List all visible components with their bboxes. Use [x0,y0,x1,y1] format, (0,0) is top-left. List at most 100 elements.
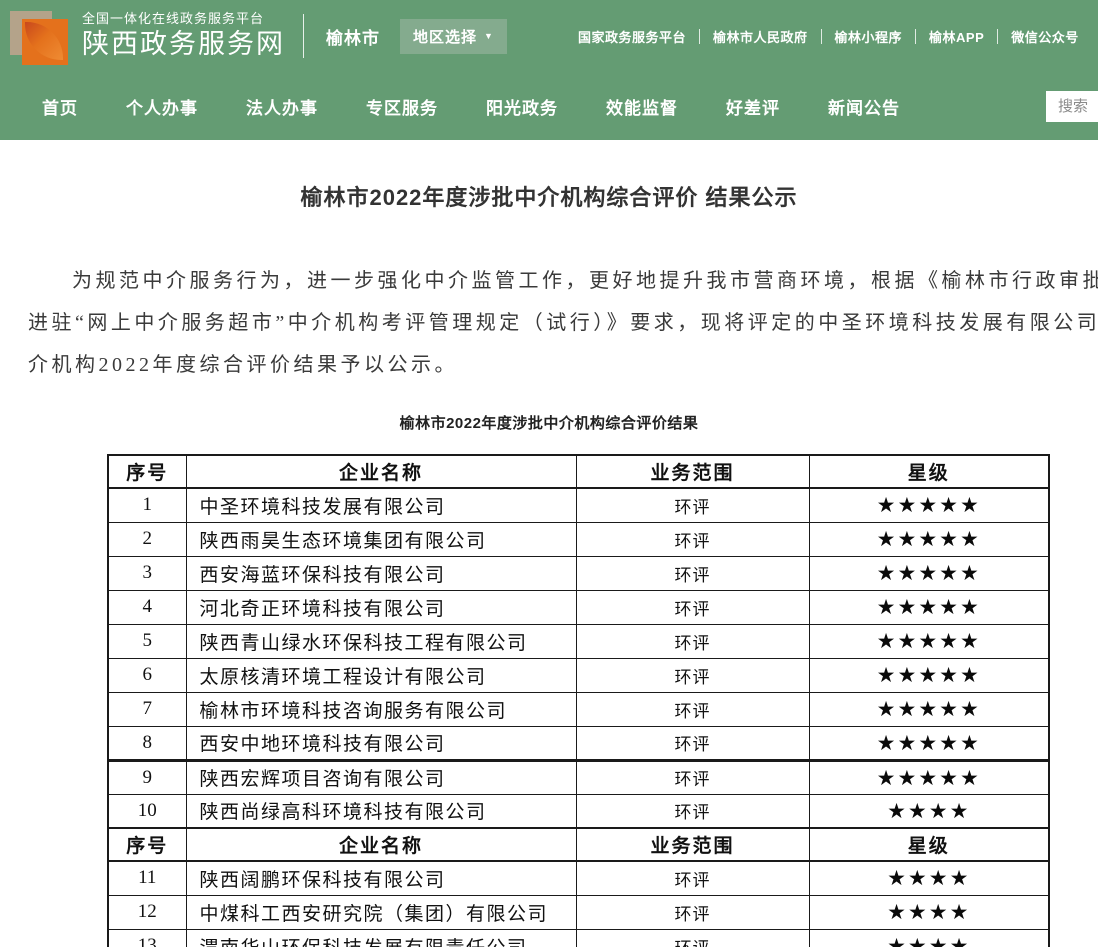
company-name: 河北奇正环境科技有限公司 [186,590,576,624]
row-number: 4 [108,590,186,624]
column-header: 星级 [809,828,1049,861]
company-name: 中圣环境科技发展有限公司 [186,488,576,522]
column-header: 序号 [108,828,186,861]
company-name: 陕西雨昊生态环境集团有限公司 [186,522,576,556]
star-rating: ★★★★★ [809,692,1049,726]
company-name: 陕西尚绿高科环境科技有限公司 [186,794,576,828]
site-header: 全国一体化在线政务服务平台 陕西政务服务网 榆林市 地区选择 ▼ 国家政务服务平… [0,0,1098,72]
table-row: 5陕西青山绿水环保科技工程有限公司环评★★★★★ [108,624,1049,658]
business-scope: 环评 [576,895,809,929]
business-scope: 环评 [576,590,809,624]
paragraph-line: 介机构2022年度综合评价结果予以公示。 [28,344,1098,386]
business-scope: 环评 [576,794,809,828]
chevron-down-icon: ▼ [484,31,494,41]
site-brand: 全国一体化在线政务服务平台 陕西政务服务网 [82,12,285,61]
table-wrapper: 序号企业名称业务范围星级1中圣环境科技发展有限公司环评★★★★★2陕西雨昊生态环… [0,454,1098,947]
table-header-row: 序号企业名称业务范围星级 [108,828,1049,861]
table-row: 1中圣环境科技发展有限公司环评★★★★★ [108,488,1049,522]
table-row: 6太原核清环境工程设计有限公司环评★★★★★ [108,658,1049,692]
table-row: 12中煤科工西安研究院（集团）有限公司环评★★★★ [108,895,1049,929]
nav-item-special-zone[interactable]: 专区服务 [366,94,438,119]
business-scope: 环评 [576,658,809,692]
business-scope: 环评 [576,624,809,658]
star-rating: ★★★★★ [809,488,1049,522]
column-header: 星级 [809,455,1049,488]
announcement-paragraph: 为规范中介服务行为，进一步强化中介监管工作，更好地提升我市营商环境，根据《榆林市… [28,260,1098,386]
site-name: 陕西政务服务网 [82,29,285,60]
evaluation-table-body: 序号企业名称业务范围星级1中圣环境科技发展有限公司环评★★★★★2陕西雨昊生态环… [108,455,1049,947]
row-number: 10 [108,794,186,828]
nav-item-supervision[interactable]: 效能监督 [606,94,678,119]
table-header-row: 序号企业名称业务范围星级 [108,455,1049,488]
company-name: 渭南华山环保科技发展有限责任公司 [186,929,576,947]
company-name: 榆林市环境科技咨询服务有限公司 [186,692,576,726]
link-divider [821,29,822,44]
nav-item-transparency[interactable]: 阳光政务 [486,94,558,119]
star-rating: ★★★★★ [809,522,1049,556]
company-name: 西安海蓝环保科技有限公司 [186,556,576,590]
business-scope: 环评 [576,861,809,895]
nav-item-legal-entity[interactable]: 法人办事 [246,94,318,119]
row-number: 3 [108,556,186,590]
row-number: 2 [108,522,186,556]
company-name: 中煤科工西安研究院（集团）有限公司 [186,895,576,929]
business-scope: 环评 [576,760,809,794]
article-content: 榆林市2022年度涉批中介机构综合评价 结果公示 为规范中介服务行为，进一步强化… [0,180,1098,947]
table-row: 2陕西雨昊生态环境集团有限公司环评★★★★★ [108,522,1049,556]
star-rating: ★★★★★ [809,726,1049,760]
table-row: 7榆林市环境科技咨询服务有限公司环评★★★★★ [108,692,1049,726]
star-rating: ★★★★★ [809,590,1049,624]
table-row: 13渭南华山环保科技发展有限责任公司环评★★★★ [108,929,1049,947]
star-rating: ★★★★ [809,861,1049,895]
star-rating: ★★★★★ [809,556,1049,590]
column-header: 业务范围 [576,455,809,488]
table-row: 9陕西宏辉项目咨询有限公司环评★★★★★ [108,760,1049,794]
company-name: 西安中地环境科技有限公司 [186,726,576,760]
current-city-label: 榆林市 [326,24,380,49]
site-logo-icon[interactable] [8,7,70,67]
column-header: 企业名称 [186,455,576,488]
row-number: 6 [108,658,186,692]
business-scope: 环评 [576,522,809,556]
business-scope: 环评 [576,488,809,522]
company-name: 陕西青山绿水环保科技工程有限公司 [186,624,576,658]
page-title: 榆林市2022年度涉批中介机构综合评价 结果公示 [0,180,1098,212]
nav-item-rating[interactable]: 好差评 [726,94,780,119]
header-quick-links: 国家政务服务平台 榆林市人民政府 榆林小程序 榆林APP 微信公众号 注册 [578,0,1098,72]
nav-item-home[interactable]: 首页 [42,94,78,119]
link-divider [699,29,700,44]
table-caption: 榆林市2022年度涉批中介机构综合评价结果 [0,412,1098,433]
row-number: 8 [108,726,186,760]
company-name: 陕西阔鹏环保科技有限公司 [186,861,576,895]
star-rating: ★★★★ [809,895,1049,929]
link-wechat-account[interactable]: 微信公众号 [1011,27,1079,46]
business-scope: 环评 [576,556,809,590]
column-header: 业务范围 [576,828,809,861]
link-national-platform[interactable]: 国家政务服务平台 [578,27,686,46]
row-number: 11 [108,861,186,895]
table-row: 10陕西尚绿高科环境科技有限公司环评★★★★ [108,794,1049,828]
search-input[interactable] [1046,91,1098,122]
star-rating: ★★★★★ [809,658,1049,692]
nav-item-personal[interactable]: 个人办事 [126,94,198,119]
column-header: 企业名称 [186,828,576,861]
star-rating: ★★★★ [809,794,1049,828]
row-number: 7 [108,692,186,726]
business-scope: 环评 [576,692,809,726]
link-yulin-government[interactable]: 榆林市人民政府 [713,27,808,46]
paragraph-line: 为规范中介服务行为，进一步强化中介监管工作，更好地提升我市营商环境，根据《榆林市… [28,260,1098,302]
company-name: 太原核清环境工程设计有限公司 [186,658,576,692]
table-row: 3西安海蓝环保科技有限公司环评★★★★★ [108,556,1049,590]
table-row: 8西安中地环境科技有限公司环评★★★★★ [108,726,1049,760]
star-rating: ★★★★★ [809,624,1049,658]
paragraph-line: 进驻“网上中介服务超市”中介机构考评管理规定（试行）》要求，现将评定的中圣环境科… [28,302,1098,344]
link-yulin-app[interactable]: 榆林APP [929,27,984,46]
header-divider [303,14,304,58]
row-number: 13 [108,929,186,947]
business-scope: 环评 [576,726,809,760]
link-yulin-miniprogram[interactable]: 榆林小程序 [835,27,903,46]
region-selector-button[interactable]: 地区选择 ▼ [400,19,507,54]
star-rating: ★★★★★ [809,760,1049,794]
row-number: 12 [108,895,186,929]
nav-item-news[interactable]: 新闻公告 [828,94,900,119]
